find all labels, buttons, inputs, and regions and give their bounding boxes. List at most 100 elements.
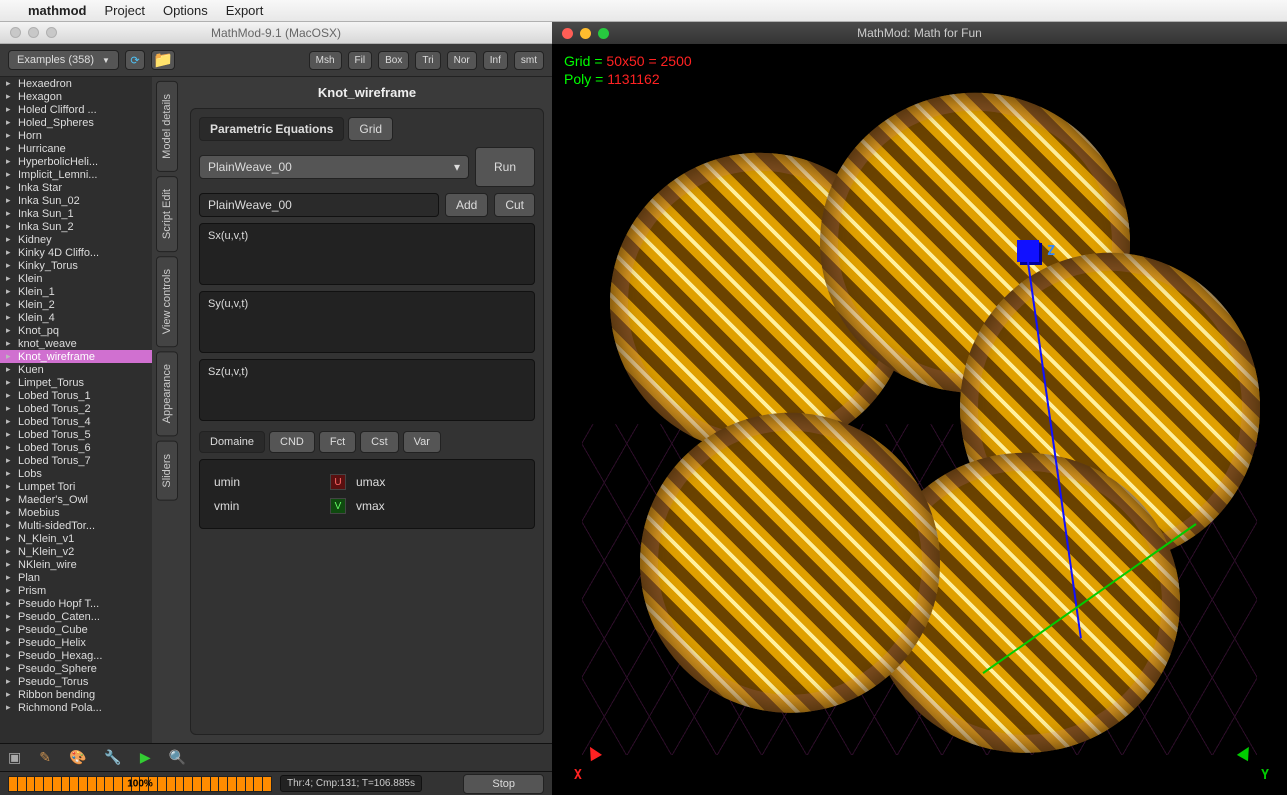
tool-palette-icon[interactable]: 🎨 — [69, 749, 86, 766]
sy-formula-input[interactable]: Sy(u,v,t) — [199, 291, 535, 353]
tree-item[interactable]: Kinky_Torus — [0, 259, 152, 272]
tree-item[interactable]: Inka Sun_2 — [0, 220, 152, 233]
vmax-field[interactable]: vmax — [346, 499, 385, 513]
tree-item[interactable]: Hurricane — [0, 142, 152, 155]
umin-field[interactable]: umin — [210, 475, 330, 489]
tab-cst[interactable]: Cst — [360, 431, 399, 453]
tree-item[interactable]: knot_weave — [0, 337, 152, 350]
tree-item[interactable]: Kidney — [0, 233, 152, 246]
sz-formula-input[interactable]: Sz(u,v,t) — [199, 359, 535, 421]
tree-item[interactable]: Prism — [0, 584, 152, 597]
tree-item[interactable]: Lobs — [0, 467, 152, 480]
tree-item[interactable]: Hexagon — [0, 90, 152, 103]
tab-var[interactable]: Var — [403, 431, 441, 453]
component-select[interactable]: PlainWeave_00▾ — [199, 155, 469, 179]
add-button[interactable]: Add — [445, 193, 488, 217]
tree-item[interactable]: Pseudo_Torus — [0, 675, 152, 688]
tool-brush-icon[interactable]: ✎ — [39, 749, 51, 766]
v-swatch[interactable]: V — [330, 498, 346, 514]
btn-fil[interactable]: Fil — [348, 51, 373, 70]
tree-item[interactable]: Holed_Spheres — [0, 116, 152, 129]
axis-gizmo[interactable] — [1017, 240, 1039, 262]
zoom-icon[interactable] — [46, 27, 57, 38]
btn-nor[interactable]: Nor — [447, 51, 477, 70]
tree-item[interactable]: Knot_wireframe — [0, 350, 152, 363]
tree-item[interactable]: Multi-sidedTor... — [0, 519, 152, 532]
tool-wrench-icon[interactable]: 🔧 — [104, 749, 121, 766]
tree-item[interactable]: Lobed Torus_5 — [0, 428, 152, 441]
sx-formula-input[interactable]: Sx(u,v,t) — [199, 223, 535, 285]
close-icon[interactable] — [562, 28, 573, 39]
tree-item[interactable]: Implicit_Lemni... — [0, 168, 152, 181]
tree-item[interactable]: Horn — [0, 129, 152, 142]
btn-box[interactable]: Box — [378, 51, 409, 70]
tool-camera-icon[interactable]: ▣ — [8, 749, 21, 766]
run-button[interactable]: Run — [475, 147, 535, 187]
tree-item[interactable]: Lobed Torus_4 — [0, 415, 152, 428]
tree-item[interactable]: Moebius — [0, 506, 152, 519]
tree-item[interactable]: Hexaedron — [0, 77, 152, 90]
tree-item[interactable]: Lobed Torus_2 — [0, 402, 152, 415]
tree-item[interactable]: Limpet_Torus — [0, 376, 152, 389]
tab-script-edit[interactable]: Script Edit — [156, 176, 178, 252]
viewport-3d[interactable]: Grid = 50x50 = 2500 Poly = 1131162 ▲ ▲ X… — [552, 44, 1287, 795]
tree-item[interactable]: Ribbon bending — [0, 688, 152, 701]
tree-item[interactable]: Klein_4 — [0, 311, 152, 324]
tab-view-controls[interactable]: View controls — [156, 256, 178, 347]
tool-play-icon[interactable]: ▶ — [140, 749, 151, 766]
tree-item[interactable]: Pseudo_Hexag... — [0, 649, 152, 662]
tree-item[interactable]: Richmond Pola... — [0, 701, 152, 714]
tab-sliders[interactable]: Sliders — [156, 441, 178, 501]
tree-item[interactable]: Inka Sun_02 — [0, 194, 152, 207]
btn-inf[interactable]: Inf — [483, 51, 508, 70]
tool-search-icon[interactable]: 🔍 — [169, 749, 186, 766]
zoom-icon[interactable] — [598, 28, 609, 39]
tree-item[interactable]: Lobed Torus_7 — [0, 454, 152, 467]
model-tree[interactable]: HexaedronHexagonHoled Clifford ...Holed_… — [0, 77, 152, 743]
tree-item[interactable]: Inka Sun_1 — [0, 207, 152, 220]
umax-field[interactable]: umax — [346, 475, 385, 489]
tree-item[interactable]: Lumpet Tori — [0, 480, 152, 493]
tree-item[interactable]: Lobed Torus_1 — [0, 389, 152, 402]
examples-dropdown[interactable]: Examples (358)▼ — [8, 50, 119, 70]
tree-item[interactable]: Pseudo_Helix — [0, 636, 152, 649]
tree-item[interactable]: Plan — [0, 571, 152, 584]
refresh-icon[interactable]: ⟳ — [125, 50, 145, 70]
close-icon[interactable] — [10, 27, 21, 38]
tree-item[interactable]: NKlein_wire — [0, 558, 152, 571]
tree-item[interactable]: Knot_pq — [0, 324, 152, 337]
minimize-icon[interactable] — [580, 28, 591, 39]
tree-item[interactable]: Klein_1 — [0, 285, 152, 298]
menu-export[interactable]: Export — [226, 3, 264, 18]
tab-parametric-equations[interactable]: Parametric Equations — [199, 117, 344, 141]
folder-icon[interactable]: 📁 — [151, 50, 175, 70]
btn-msh[interactable]: Msh — [309, 51, 342, 70]
cut-button[interactable]: Cut — [494, 193, 535, 217]
tree-item[interactable]: Klein — [0, 272, 152, 285]
tab-appearance[interactable]: Appearance — [156, 351, 178, 436]
tree-item[interactable]: N_Klein_v2 — [0, 545, 152, 558]
tree-item[interactable]: Pseudo Hopf T... — [0, 597, 152, 610]
app-name[interactable]: mathmod — [28, 3, 87, 18]
tree-item[interactable]: Pseudo_Sphere — [0, 662, 152, 675]
tab-grid[interactable]: Grid — [348, 117, 393, 141]
vmin-field[interactable]: vmin — [210, 499, 330, 513]
stop-button[interactable]: Stop — [463, 774, 544, 794]
component-name-input[interactable]: PlainWeave_00 — [199, 193, 439, 217]
tree-item[interactable]: Kinky 4D Cliffo... — [0, 246, 152, 259]
tree-item[interactable]: HyperbolicHeli... — [0, 155, 152, 168]
tree-item[interactable]: Lobed Torus_6 — [0, 441, 152, 454]
tree-item[interactable]: N_Klein_v1 — [0, 532, 152, 545]
tab-fct[interactable]: Fct — [319, 431, 356, 453]
tab-model-details[interactable]: Model details — [156, 81, 178, 172]
menu-project[interactable]: Project — [105, 3, 145, 18]
tree-item[interactable]: Kuen — [0, 363, 152, 376]
tab-domaine[interactable]: Domaine — [199, 431, 265, 453]
tree-item[interactable]: Pseudo_Cube — [0, 623, 152, 636]
u-swatch[interactable]: U — [330, 474, 346, 490]
tree-item[interactable]: Maeder's_Owl — [0, 493, 152, 506]
menu-options[interactable]: Options — [163, 3, 208, 18]
tree-item[interactable]: Klein_2 — [0, 298, 152, 311]
tab-cnd[interactable]: CND — [269, 431, 315, 453]
tree-item[interactable]: Inka Star — [0, 181, 152, 194]
